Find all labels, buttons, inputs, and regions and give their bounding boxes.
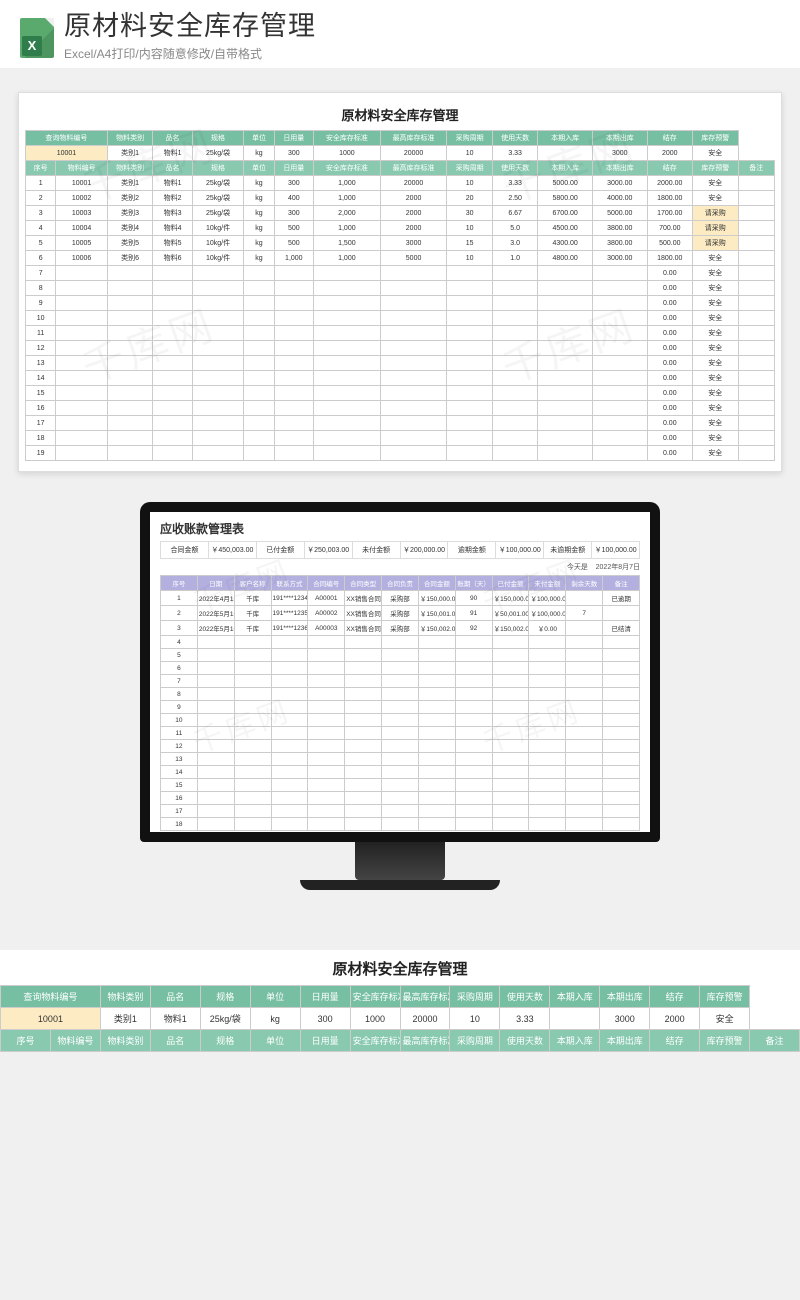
monitor-screen: 千库网 千库网 千库网 千库网 应收账款管理表 合同金额￥450,003.00已… [150,512,650,832]
sheet2-table: 序号日期客户名称联系方式合同编号合同类型合同负责合同金额账期（天）已付金额未付金… [160,575,640,831]
excel-icon [20,18,54,58]
page-title: 原材料安全库存管理 [64,10,780,42]
bottom-fragment: 原材料安全库存管理 查询物料编号物料类别品名规格单位日用量安全库存标准最高库存标… [0,950,800,1052]
page-header: 原材料安全库存管理 Excel/A4打印/内容随意修改/自带格式 [0,0,800,68]
summary-value: ￥450,003.00 [209,542,257,558]
sheet2-summary: 合同金额￥450,003.00已付金额￥250,003.00未付金额￥200,0… [160,541,640,559]
today-value: 2022年8月7日 [596,564,640,571]
summary-value: ￥200,000.00 [401,542,449,558]
monitor-frame: 千库网 千库网 千库网 千库网 应收账款管理表 合同金额￥450,003.00已… [140,502,660,842]
monitor-base [300,880,500,890]
monitor-wrap: 千库网 千库网 千库网 千库网 应收账款管理表 合同金额￥450,003.00已… [0,502,800,890]
summary-label: 已付金额 [257,542,305,558]
sheet1-title: 原材料安全库存管理 [25,105,775,124]
monitor-stand [355,842,445,880]
bottom-table: 查询物料编号物料类别品名规格单位日用量安全库存标准最高库存标准采购周期使用天数本… [0,985,800,1052]
summary-label: 逾期金额 [448,542,496,558]
bottom-title: 原材料安全库存管理 [0,958,800,979]
sheet1-panel: 千库网 千库网 千库网 千库网 原材料安全库存管理 查询物料编号物料类别品名规格… [18,92,782,472]
summary-label: 未付金额 [353,542,401,558]
summary-value: ￥250,003.00 [305,542,353,558]
sheet1-table: 查询物料编号物料类别品名规格单位日用量安全库存标准最高库存标准采购周期使用天数本… [25,130,775,461]
sheet2-title: 应收账款管理表 [160,520,640,537]
summary-label: 合同金额 [161,542,209,558]
sheet2-date: 今天是 2022年8月7日 [160,562,640,572]
summary-value: ￥100,000.00 [496,542,544,558]
today-label: 今天是 [567,564,588,571]
summary-value: ￥100,000.00 [592,542,639,558]
page-subtitle: Excel/A4打印/内容随意修改/自带格式 [64,45,780,62]
summary-label: 未逾期金额 [544,542,592,558]
